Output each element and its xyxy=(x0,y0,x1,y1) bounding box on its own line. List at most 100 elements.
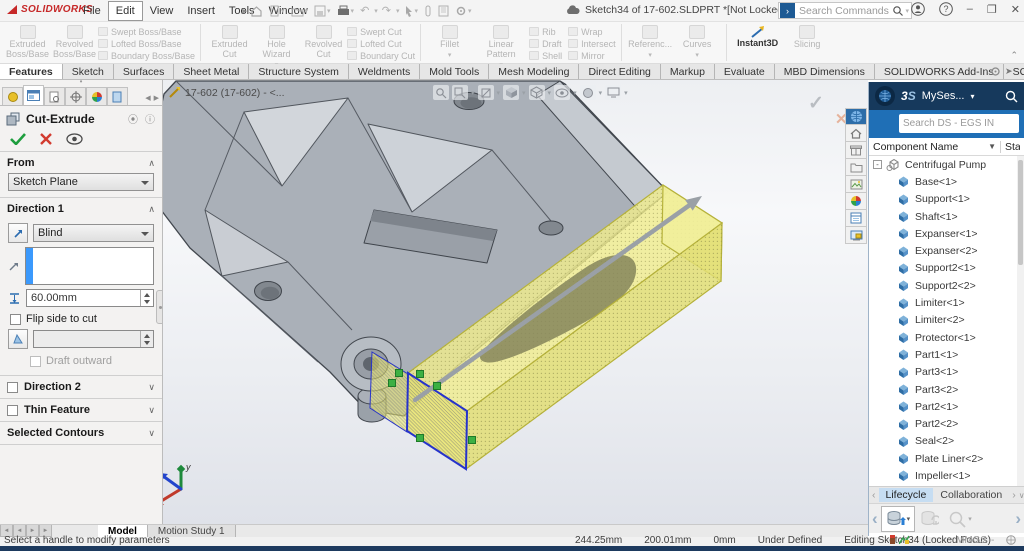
component-tree-row[interactable]: Support2<1> xyxy=(869,260,1024,277)
dimxpert-manager-tab[interactable] xyxy=(65,87,86,105)
command-tab[interactable]: Weldments xyxy=(349,64,420,79)
hud-caret[interactable]: ▾ xyxy=(471,89,475,97)
component-tree-row[interactable]: Support2<2> xyxy=(869,277,1024,294)
custom-properties-icon[interactable] xyxy=(845,210,867,227)
tag-status-icon[interactable] xyxy=(890,535,895,544)
extruded-cut-button[interactable]: Extruded Cut xyxy=(206,24,253,60)
depth-input[interactable]: 60.00mm xyxy=(26,289,154,307)
tabs-scroll-left-icon[interactable]: ‹ xyxy=(869,489,879,501)
file-explorer-icon[interactable] xyxy=(845,227,867,244)
hud-caret[interactable]: ▾ xyxy=(573,89,577,97)
search-icon[interactable] xyxy=(892,5,904,17)
linear-pattern-button[interactable]: Linear Pattern▾ xyxy=(473,24,529,69)
save-to-platform-button[interactable]: ▾ xyxy=(881,506,916,532)
hide-show-items-icon[interactable] xyxy=(554,85,570,100)
curves-button[interactable]: Curves▾ xyxy=(674,24,721,59)
draft-outward-checkbox[interactable] xyxy=(30,356,41,367)
command-tab[interactable]: Sketch xyxy=(63,64,114,79)
configuration-manager-tab[interactable] xyxy=(44,87,65,105)
tab-options-gear-icon[interactable] xyxy=(990,66,1001,77)
minimize-button[interactable]: – xyxy=(967,3,973,15)
tree-scrollbar[interactable] xyxy=(1017,156,1024,486)
component-tree-row[interactable]: Limiter<1> xyxy=(869,294,1024,311)
hud-caret[interactable]: ▾ xyxy=(599,89,603,97)
options-book-icon[interactable] xyxy=(436,4,451,18)
save-icon[interactable]: ▾ xyxy=(312,4,333,18)
zoom-area-icon[interactable] xyxy=(452,85,468,100)
instant3d-button[interactable]: Instant3D xyxy=(732,24,784,49)
thin-feature-section-header[interactable]: Thin Feature∨ xyxy=(0,399,162,422)
component-tree-row[interactable]: Part1<1> xyxy=(869,346,1024,363)
direction1-section-header[interactable]: Direction 1∧ xyxy=(0,198,162,218)
pm-tab-scroll-right-icon[interactable]: ▶ xyxy=(154,94,159,102)
fillet-button[interactable]: Fillet▾ xyxy=(426,24,473,59)
revolved-cut-button[interactable]: Revolved Cut xyxy=(300,24,347,60)
print-icon[interactable]: ▾ xyxy=(335,4,357,18)
component-tree-row[interactable]: Plate Liner<2> xyxy=(869,450,1024,467)
confirmation-corner-check-icon[interactable]: ✓ xyxy=(808,92,824,115)
direction2-section-header[interactable]: Direction 2∨ xyxy=(0,376,162,399)
panel-search-icon[interactable] xyxy=(1005,90,1018,103)
from-section-header[interactable]: From∧ xyxy=(0,152,162,172)
ribbon-small-button[interactable]: Rib xyxy=(529,26,562,37)
component-tree-row[interactable]: Part3<2> xyxy=(869,381,1024,398)
ribbon-small-button[interactable]: Swept Cut xyxy=(347,26,415,37)
view-orientation-icon[interactable] xyxy=(503,85,519,100)
pm-tab-scroll-left-icon[interactable]: ◀ xyxy=(145,94,150,102)
toolbar-scroll-left-icon[interactable]: ‹ xyxy=(869,509,881,529)
draft-angle-spinner[interactable] xyxy=(140,331,153,347)
component-tree-row[interactable]: Part2<1> xyxy=(869,398,1024,415)
graphics-viewport[interactable]: 17-602 (17-602) - <... ▾ ▾ ▾ ▾ ▾ ▾ ▾ ✓ ✕ xyxy=(163,80,868,524)
ribbon-small-button[interactable]: Intersect xyxy=(568,38,616,49)
status-globe-icon[interactable] xyxy=(1006,535,1016,545)
component-tree-row[interactable]: Limiter<2> xyxy=(869,312,1024,329)
command-tab[interactable]: Features xyxy=(0,64,63,79)
save-options-caret[interactable]: ▾ xyxy=(907,515,911,523)
hud-caret[interactable]: ▾ xyxy=(624,89,628,97)
menu-item[interactable]: Insert xyxy=(180,2,222,20)
home-icon[interactable] xyxy=(248,4,265,18)
direction2-checkbox[interactable] xyxy=(7,382,18,393)
selected-contours-section-header[interactable]: Selected Contours∨ xyxy=(0,422,162,445)
toolbar-scroll-right-icon[interactable]: › xyxy=(1012,509,1024,529)
ribbon-small-button[interactable]: Swept Boss/Base xyxy=(98,26,195,37)
tab-pin-icon[interactable]: ➤ xyxy=(1005,66,1013,77)
ok-check-icon[interactable] xyxy=(10,132,26,145)
menu-item[interactable]: Edit xyxy=(108,1,143,21)
unit-system[interactable]: MMGS xyxy=(956,535,987,546)
draft-angle-input[interactable] xyxy=(33,330,154,348)
ribbon-small-button[interactable]: Lofted Boss/Base xyxy=(98,38,195,49)
command-tab[interactable]: Mold Tools xyxy=(420,64,489,79)
search-scope-caret[interactable]: ▾ xyxy=(905,7,909,15)
display-style-icon[interactable] xyxy=(529,85,545,100)
hud-caret[interactable]: ▾ xyxy=(548,89,552,97)
component-tree-row[interactable]: Expanser<1> xyxy=(869,225,1024,242)
command-tab[interactable]: MBD Dimensions xyxy=(775,64,875,79)
command-tab[interactable]: Sheet Metal xyxy=(174,64,249,79)
command-tab[interactable]: SOLIDWORKS Add-Ins xyxy=(875,64,1004,79)
ribbon-small-button[interactable]: Wrap xyxy=(568,26,616,37)
ribbon-collapse-chevron[interactable]: ⌃ xyxy=(1010,50,1018,61)
redo-icon[interactable]: ↷ xyxy=(380,3,393,18)
ds-search-input[interactable]: Search DS - EGS IN xyxy=(899,114,1019,133)
session-selector[interactable]: MySes... xyxy=(922,90,965,102)
view-settings-icon[interactable] xyxy=(605,85,621,100)
3dexperience-globe-icon[interactable] xyxy=(845,108,867,125)
open-document-icon[interactable]: ▾ xyxy=(289,4,311,18)
home-tab-icon[interactable] xyxy=(845,125,867,142)
draft-button[interactable] xyxy=(8,329,28,349)
expand-tabs-chevron-icon[interactable]: ∨∨ xyxy=(1019,491,1024,500)
hud-caret[interactable]: ▾ xyxy=(497,89,501,97)
command-tab[interactable]: Direct Editing xyxy=(579,64,660,79)
lifecycle-tab[interactable]: Lifecycle xyxy=(879,488,934,502)
tabs-scroll-right-icon[interactable]: › xyxy=(1009,489,1019,501)
flip-side-checkbox[interactable] xyxy=(10,314,21,325)
color-wheel-icon[interactable] xyxy=(845,193,867,210)
new-document-icon[interactable]: ▾ xyxy=(267,4,287,18)
component-tree-row[interactable]: Part3<1> xyxy=(869,364,1024,381)
refresh-database-button[interactable] xyxy=(915,506,943,532)
attachment-icon[interactable] xyxy=(422,4,434,18)
command-tab[interactable]: Surfaces xyxy=(114,64,174,79)
component-tree-row[interactable]: Support<1> xyxy=(869,191,1024,208)
collapse-expander-icon[interactable]: - xyxy=(873,160,882,169)
